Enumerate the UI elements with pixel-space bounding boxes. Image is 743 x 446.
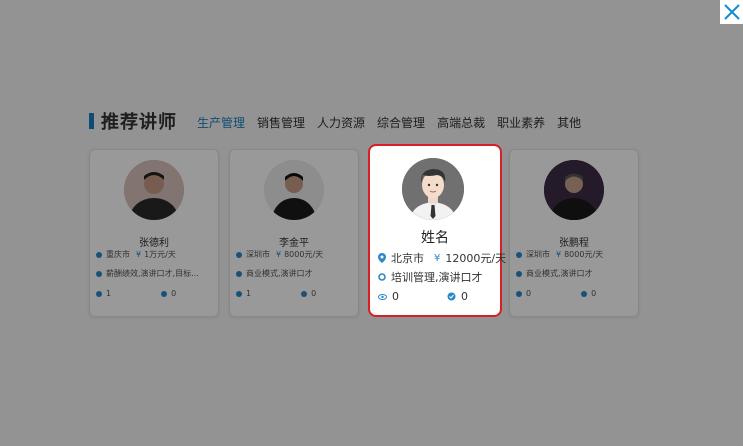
likes-count: 0: [461, 290, 468, 303]
location-pin-icon: [378, 253, 386, 263]
like-icon: [447, 292, 456, 301]
highlighted-lecturer-card[interactable]: 姓名 北京市 ¥ 12000元/天 培训管理,演讲口才 0 0: [368, 144, 506, 317]
default-avatar-icon: [402, 158, 464, 220]
lecturer-price: 12000元/天: [445, 252, 507, 265]
city-price-row: 北京市 ¥ 12000元/天: [378, 250, 506, 266]
stats-row: 0 0: [378, 290, 468, 303]
topic-circle-icon: [378, 273, 386, 281]
yen-icon: ¥: [434, 252, 441, 264]
views-count: 0: [392, 290, 399, 303]
eye-icon: [378, 293, 387, 300]
lecturer-name: 姓名: [421, 230, 449, 246]
lecturer-topic: 培训管理,演讲口才: [391, 271, 483, 284]
lecturer-city: 北京市: [391, 252, 424, 265]
close-button[interactable]: [720, 0, 743, 24]
close-icon: [724, 4, 739, 20]
topic-row: 培训管理,演讲口才: [378, 269, 483, 285]
